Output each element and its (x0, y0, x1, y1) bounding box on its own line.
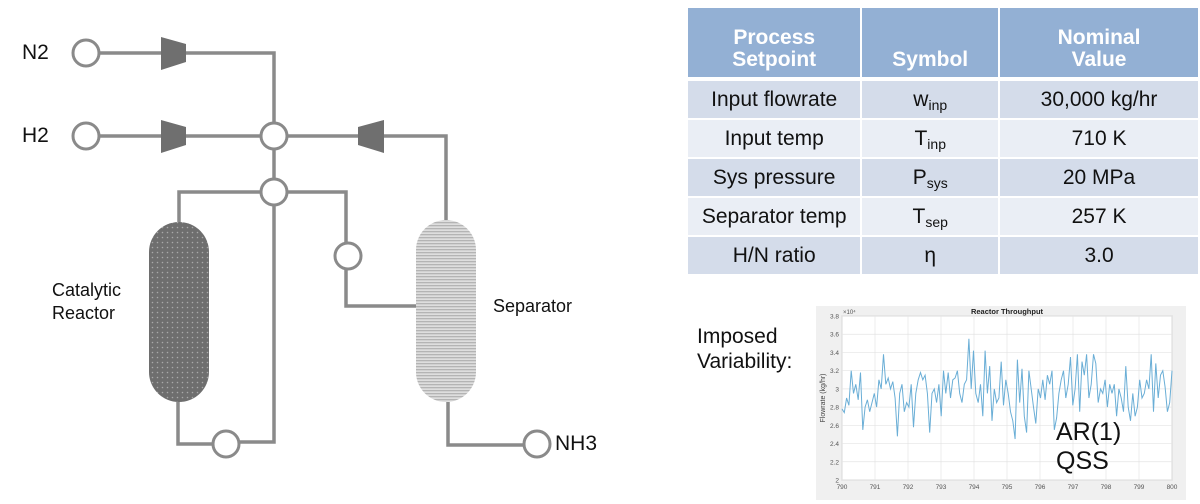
chart-y-label: Flowrate (kg/hr) (820, 373, 827, 422)
header-line: Setpoint (732, 47, 817, 71)
header-line: Nominal (1057, 25, 1141, 49)
symbol-subscript: sys (926, 174, 948, 191)
chart-y-tick-label: 2 (835, 478, 839, 485)
mixer-node-icon (259, 121, 289, 151)
chart-y-tick-label: 3 (835, 386, 839, 393)
chart-x-tick-label: 797 (1068, 484, 1079, 491)
table-row: H/N ratio η 3.0 (688, 236, 1198, 276)
imposed-line2: Variability: (697, 350, 793, 374)
value-cell: 20 MPa (999, 158, 1198, 198)
table-row: Input flowrate winp 30,000 kg/hr (688, 79, 1198, 120)
chart-x-tick-label: 796 (1035, 484, 1046, 491)
value-cell: 710 K (999, 119, 1198, 159)
chart-annotation: AR(1) QSS (1056, 418, 1121, 476)
table-row: Separator temp Tsep 257 K (688, 197, 1198, 237)
header-line: Symbol (892, 47, 969, 71)
chart-x-tick-label: 800 (1167, 484, 1178, 491)
separator-label: Separator (493, 296, 573, 316)
symbol-main: T (914, 126, 928, 150)
catalytic-reactor-icon (149, 222, 209, 402)
symbol-main: w (913, 87, 929, 111)
value-cell: 30,000 kg/hr (999, 79, 1198, 120)
pipe-bypass (240, 206, 276, 444)
chart-x-tick-label: 798 (1101, 484, 1112, 491)
table-row: Sys pressure Psys 20 MPa (688, 158, 1198, 198)
annotation-qss: QSS (1056, 446, 1109, 475)
symbol-cell: Tsep (861, 197, 1001, 237)
table-row: Input temp Tinp 710 K (688, 119, 1198, 159)
chart-y-tick-label: 2.8 (830, 405, 839, 412)
header-process-setpoint: Process Setpoint (688, 8, 863, 81)
value-cell: 3.0 (999, 236, 1198, 276)
pipe-n2-feed (99, 51, 276, 122)
chart-x-tick-label: 791 (870, 484, 881, 491)
symbol-subscript: sep (925, 213, 948, 230)
chart-x-tick-label: 799 (1134, 484, 1145, 491)
compressor-recycle-icon (358, 120, 384, 153)
stream-label-nh3: NH3 (555, 432, 598, 455)
chart-x-tick-label: 795 (1002, 484, 1013, 491)
h2-inlet-node-icon (71, 121, 101, 151)
stream-label-h2: H2 (22, 124, 49, 147)
reactor-outlet-node-icon (211, 429, 241, 459)
reactor-throughput-chart: 790 791 792 793 794 795 796 797 798 799 800 2 2.2 2.… (816, 306, 1186, 500)
chart-y-tick-label: 3.4 (830, 350, 839, 357)
symbol-main: T (912, 204, 926, 228)
valve-node-icon (333, 241, 363, 271)
reactor-label-line1: Catalytic (52, 280, 122, 300)
pipe-valve-separator (344, 270, 418, 308)
symbol-cell: Psys (861, 158, 1001, 198)
imposed-variability-label: Imposed Variability: (697, 324, 792, 374)
setpoint-cell: Separator temp (688, 197, 863, 237)
chart-x-tick-label: 794 (969, 484, 980, 491)
setpoint-table: Process Setpoint Symbol Nominal Value Inpu… (688, 8, 1198, 276)
nh3-outlet-node-icon (522, 429, 552, 459)
header-line: Process (733, 25, 816, 49)
chart-x-tick-label: 790 (837, 484, 848, 491)
compressor-n2-icon (161, 37, 186, 70)
pipe-recycle (288, 134, 448, 220)
symbol-subscript: inp (927, 135, 946, 152)
header-line: Value (1071, 47, 1127, 71)
table-header-row: Process Setpoint Symbol Nominal Value (688, 8, 1198, 81)
chart-title: Reactor Throughput (971, 307, 1044, 316)
separator-icon (416, 220, 476, 402)
chart-y-tick-label: 2.4 (830, 441, 839, 448)
chart-y-tick-label: 3.8 (830, 314, 839, 321)
annotation-ar1: AR(1) (1056, 418, 1122, 446)
chart-x-tick-label: 793 (936, 484, 947, 491)
setpoint-cell: Input temp (688, 119, 863, 159)
splitter-node-icon (259, 177, 289, 207)
pipe-to-valve (288, 190, 348, 242)
symbol-main: η (924, 243, 937, 267)
symbol-cell: Tinp (861, 119, 1001, 159)
chart-y-tick-label: 2.2 (830, 459, 839, 466)
pipe-reactor-outlet (176, 402, 212, 446)
n2-inlet-node-icon (71, 38, 101, 68)
value-cell: 257 K (999, 197, 1198, 237)
stream-label-n2: N2 (22, 41, 49, 64)
chart-y-tick-label: 2.6 (830, 423, 839, 430)
pipe-to-reactor (177, 190, 260, 222)
chart-y-exponent: ×10⁴ (843, 309, 856, 316)
chart-x-tick-label: 792 (903, 484, 914, 491)
symbol-subscript: inp (928, 96, 948, 113)
symbol-cell: η (861, 236, 1001, 276)
setpoint-cell: Sys pressure (688, 158, 863, 198)
symbol-main: P (912, 165, 927, 189)
reactor-label: Catalytic Reactor (52, 279, 121, 324)
chart-y-tick-label: 3.2 (830, 368, 839, 375)
imposed-line1: Imposed (697, 325, 778, 348)
header-nominal-value: Nominal Value (999, 8, 1198, 81)
setpoint-cell: H/N ratio (688, 236, 863, 276)
reactor-label-line2: Reactor (52, 302, 116, 323)
setpoint-cell: Input flowrate (688, 79, 863, 120)
header-symbol: Symbol (861, 8, 1001, 81)
compressor-h2-icon (161, 120, 186, 153)
symbol-cell: winp (861, 79, 1001, 120)
chart-y-tick-label: 3.6 (830, 332, 839, 339)
process-flow-diagram (71, 37, 552, 459)
pipe-nh3-product (446, 402, 523, 447)
